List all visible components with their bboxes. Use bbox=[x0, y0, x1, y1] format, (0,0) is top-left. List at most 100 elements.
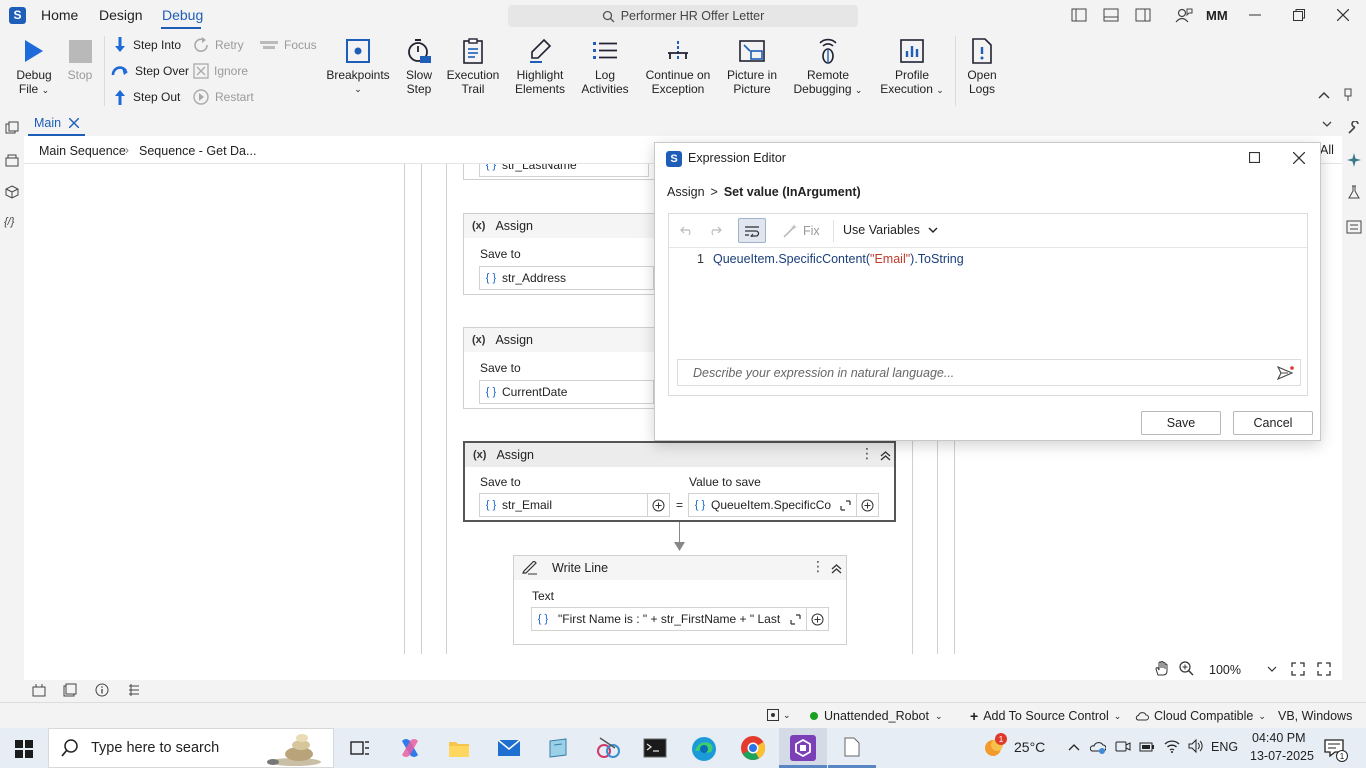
meet-now-icon[interactable] bbox=[1115, 739, 1131, 755]
word-wrap-toggle[interactable] bbox=[738, 218, 766, 243]
assistant-icon[interactable] bbox=[1175, 7, 1193, 23]
terminal-icon[interactable] bbox=[643, 738, 667, 758]
document-taskbar-button[interactable] bbox=[828, 728, 876, 768]
wrench-icon[interactable] bbox=[1347, 121, 1361, 135]
volume-icon[interactable] bbox=[1187, 738, 1205, 754]
user-initials[interactable]: MM bbox=[1206, 8, 1228, 23]
picture-in-picture-button[interactable]: Picture in Picture bbox=[722, 34, 782, 96]
save-to-field[interactable]: { } CurrentDate bbox=[479, 380, 654, 404]
save-button[interactable]: Save bbox=[1141, 411, 1221, 435]
expand-editor-icon[interactable] bbox=[784, 613, 806, 625]
clock-time[interactable]: 04:40 PM bbox=[1252, 731, 1306, 745]
use-variables-dropdown[interactable]: Use Variables bbox=[843, 223, 938, 237]
close-tab-icon[interactable] bbox=[69, 118, 80, 128]
clock-date[interactable]: 13-07-2025 bbox=[1250, 749, 1314, 763]
more-options-icon[interactable]: ⋮ bbox=[860, 445, 874, 462]
step-over-button[interactable]: Step Over bbox=[110, 60, 189, 82]
fit-to-screen-icon[interactable] bbox=[1291, 662, 1305, 676]
chevron-down-icon[interactable] bbox=[1322, 121, 1332, 128]
mail-icon[interactable] bbox=[497, 739, 521, 757]
expand-editor-icon[interactable] bbox=[834, 499, 856, 511]
close-icon[interactable] bbox=[1337, 9, 1349, 21]
save-to-field[interactable]: { } str_LastName bbox=[479, 164, 649, 177]
zoom-in-icon[interactable] bbox=[1179, 661, 1194, 676]
retry-button[interactable]: Retry bbox=[192, 34, 244, 56]
collapse-icon[interactable] bbox=[880, 450, 891, 461]
profile-execution-button[interactable]: Profile Execution ⌄ bbox=[876, 34, 948, 97]
nav-tab-design[interactable]: Design bbox=[99, 7, 143, 23]
cloud-compatible-button[interactable]: Cloud Compatible ⌄ bbox=[1135, 709, 1266, 723]
send-sparkle-icon[interactable] bbox=[1277, 365, 1295, 381]
collapse-ribbon-icon[interactable] bbox=[1318, 91, 1330, 99]
debug-target-selector[interactable]: ⌄ bbox=[767, 709, 791, 721]
panel-right-icon[interactable] bbox=[1135, 8, 1151, 22]
maximize-icon[interactable] bbox=[1249, 152, 1260, 163]
task-view-icon[interactable] bbox=[350, 739, 370, 757]
panel-left-icon[interactable] bbox=[1071, 8, 1087, 22]
chevron-up-icon[interactable] bbox=[1068, 743, 1080, 751]
expand-all-link[interactable]: All bbox=[1320, 143, 1334, 157]
breadcrumb-sequence[interactable]: Sequence - Get Da... bbox=[139, 144, 256, 158]
sparkle-icon[interactable] bbox=[1346, 152, 1362, 168]
assign-activity[interactable]: (x) Assign Save to { } str_Address bbox=[463, 213, 663, 295]
snipping-tool-icon[interactable] bbox=[595, 736, 621, 760]
open-logs-button[interactable]: Open Logs bbox=[962, 34, 1002, 96]
restore-icon[interactable] bbox=[1293, 9, 1305, 21]
assign-activity-selected[interactable]: (x) Assign ⋮ Save to Value to save { } s… bbox=[463, 441, 896, 522]
more-options-icon[interactable]: ⋮ bbox=[811, 558, 825, 575]
continue-on-exception-button[interactable]: Continue on Exception bbox=[642, 34, 714, 96]
save-to-field[interactable]: { } str_Email bbox=[479, 493, 670, 517]
debug-file-button[interactable]: Debug File ⌄ bbox=[10, 34, 58, 97]
text-field[interactable]: { } "First Name is : " + str_FirstName +… bbox=[531, 607, 829, 631]
minimize-icon[interactable] bbox=[1249, 14, 1261, 16]
taskbar-search-box[interactable]: Type here to search bbox=[48, 728, 334, 768]
collapse-icon[interactable] bbox=[831, 563, 842, 574]
error-list-icon[interactable] bbox=[63, 683, 77, 697]
cancel-button[interactable]: Cancel bbox=[1233, 411, 1313, 435]
focus-button[interactable]: Focus bbox=[259, 34, 317, 56]
outline-icon[interactable] bbox=[1346, 220, 1362, 234]
nav-tab-debug[interactable]: Debug bbox=[162, 7, 203, 23]
info-icon[interactable] bbox=[95, 683, 109, 697]
copilot-icon[interactable] bbox=[398, 737, 422, 759]
hand-pan-icon[interactable] bbox=[1154, 661, 1169, 676]
pin-icon[interactable] bbox=[1343, 88, 1353, 102]
chrome-browser-icon[interactable] bbox=[740, 735, 766, 761]
add-variable-icon[interactable] bbox=[647, 494, 669, 516]
project-search[interactable]: Performer HR Offer Letter bbox=[508, 5, 858, 27]
source-control-button[interactable]: + Add To Source Control ⌄ bbox=[970, 709, 1121, 723]
execution-trail-button[interactable]: Execution Trail bbox=[444, 34, 502, 96]
data-manager-icon[interactable] bbox=[5, 153, 19, 167]
write-line-activity[interactable]: Write Line ⋮ Text { } "First Name is : "… bbox=[513, 555, 847, 645]
remote-debugging-button[interactable]: Remote Debugging ⌄ bbox=[790, 34, 866, 97]
onedrive-icon[interactable] bbox=[1090, 739, 1106, 755]
ignore-button[interactable]: Ignore bbox=[193, 60, 248, 82]
value-field[interactable]: { } QueueItem.SpecificCo bbox=[688, 493, 879, 517]
fix-button[interactable]: Fix bbox=[782, 223, 820, 239]
restart-button[interactable]: Restart bbox=[192, 86, 254, 108]
assign-card-partial[interactable]: { } str_LastName bbox=[463, 164, 663, 180]
step-out-button[interactable]: Step Out bbox=[112, 86, 180, 108]
step-into-button[interactable]: Step Into bbox=[112, 34, 181, 56]
nav-tab-home[interactable]: Home bbox=[41, 7, 78, 23]
log-activities-button[interactable]: Log Activities bbox=[578, 34, 632, 96]
input-language[interactable]: ENG bbox=[1211, 740, 1238, 754]
find-references-icon[interactable] bbox=[127, 683, 141, 697]
stop-button[interactable]: Stop bbox=[62, 34, 98, 82]
panel-bottom-icon[interactable] bbox=[1103, 8, 1119, 22]
robot-selector[interactable]: Unattended_Robot ⌄ bbox=[810, 709, 943, 723]
add-icon[interactable] bbox=[806, 608, 828, 630]
slow-step-button[interactable]: Slow Step bbox=[400, 34, 438, 96]
battery-icon[interactable] bbox=[1139, 740, 1155, 754]
output-panel-icon[interactable] bbox=[32, 683, 46, 697]
redo-icon[interactable] bbox=[708, 226, 722, 236]
full-screen-icon[interactable] bbox=[1317, 662, 1331, 676]
assign-activity[interactable]: (x) Assign Save to { } CurrentDate bbox=[463, 327, 663, 409]
close-icon[interactable] bbox=[1293, 152, 1305, 164]
temperature[interactable]: 25°C bbox=[1014, 739, 1045, 755]
project-language[interactable]: VB, Windows bbox=[1278, 709, 1352, 723]
zoom-level[interactable]: 100% bbox=[1209, 663, 1241, 677]
highlight-elements-button[interactable]: Highlight Elements bbox=[512, 34, 568, 96]
chevron-down-icon[interactable] bbox=[1267, 666, 1277, 673]
undo-icon[interactable] bbox=[680, 226, 694, 236]
